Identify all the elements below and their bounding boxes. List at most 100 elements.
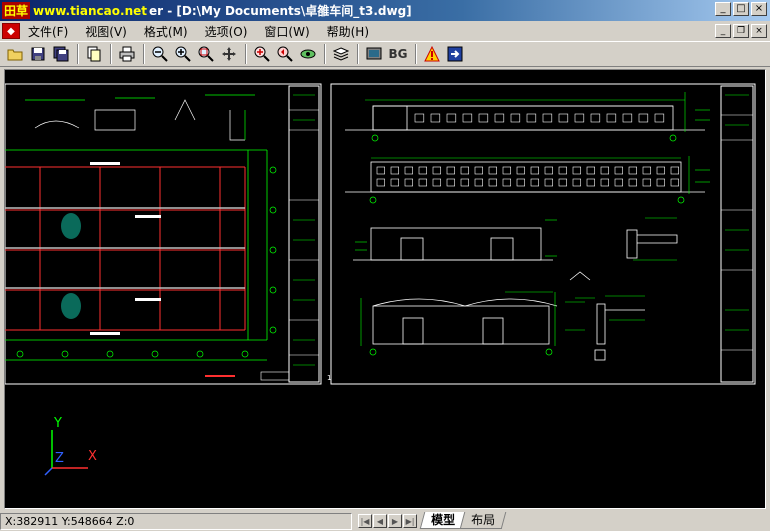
elevation-window — [670, 178, 679, 187]
elevation-window — [542, 113, 553, 123]
copy-icon[interactable] — [83, 43, 105, 65]
zoom-window-icon[interactable] — [195, 43, 217, 65]
menu-format[interactable]: 格式(M) — [136, 23, 197, 40]
elevation-window — [376, 166, 385, 175]
elevation-window — [590, 113, 601, 123]
export-icon[interactable] — [444, 43, 466, 65]
first-tab-button[interactable]: |◀ — [358, 514, 372, 528]
prev-tab-button[interactable]: ◀ — [373, 514, 387, 528]
brand-logo-text: 田草 — [2, 2, 31, 19]
next-tab-button[interactable]: ▶ — [388, 514, 402, 528]
toolbar: BG — [0, 41, 770, 67]
elevation-window — [462, 113, 473, 123]
tab-layout[interactable]: 布局 — [459, 512, 507, 529]
save-all-icon[interactable] — [50, 43, 72, 65]
elevation-window — [656, 166, 665, 175]
elevation-window — [628, 178, 637, 187]
toolbar-separator — [415, 44, 417, 64]
zoom-previous-icon[interactable] — [274, 43, 296, 65]
toolbar-separator — [110, 44, 112, 64]
elevation-window — [628, 166, 637, 175]
elevation-window — [460, 178, 469, 187]
drawing-canvas[interactable]: 1 Y X Z — [4, 69, 766, 509]
elevation-window — [572, 178, 581, 187]
elevation-window — [418, 166, 427, 175]
display-icon[interactable] — [363, 43, 385, 65]
close-button[interactable]: × — [751, 2, 767, 16]
elevation-window — [586, 166, 595, 175]
elevation-window — [516, 178, 525, 187]
zoom-in-icon[interactable] — [172, 43, 194, 65]
menu-help[interactable]: 帮助(H) — [319, 23, 378, 40]
cad-drawing: 1 Y X Z — [5, 83, 756, 476]
menu-view[interactable]: 视图(V) — [77, 23, 136, 40]
view-icon[interactable] — [297, 43, 319, 65]
brand-url: www.tiancao.net — [33, 3, 147, 18]
elevation-window — [430, 113, 441, 123]
elevation-window — [614, 166, 623, 175]
elevation-window — [544, 166, 553, 175]
elevation-window — [446, 113, 457, 123]
elevation-window — [404, 166, 413, 175]
zoom-extents-icon[interactable] — [251, 43, 273, 65]
doc-minimize-button[interactable]: _ — [715, 24, 731, 38]
elevation-window — [622, 113, 633, 123]
save-icon[interactable] — [27, 43, 49, 65]
coordinates-readout: X:382911 Y:548664 Z:0 — [0, 512, 352, 530]
elevation-window — [418, 178, 427, 187]
elevation-window — [600, 166, 609, 175]
elevation-window — [488, 178, 497, 187]
elevation-window — [460, 166, 469, 175]
menu-file[interactable]: 文件(F) — [20, 23, 77, 40]
elevation-window — [656, 178, 665, 187]
elevation-window — [558, 113, 569, 123]
toolbar-separator — [143, 44, 145, 64]
page-number: 1 — [327, 374, 331, 382]
elevation-window — [432, 178, 441, 187]
layers-icon[interactable] — [330, 43, 352, 65]
ucs-y-label: Y — [53, 416, 62, 431]
warning-icon[interactable] — [421, 43, 443, 65]
elevation-window — [638, 113, 649, 123]
toolbar-separator — [245, 44, 247, 64]
elevation-window — [390, 178, 399, 187]
toolbar-separator — [357, 44, 359, 64]
window-title: er - [D:\My Documents\卓雒车间_t3.dwg] — [149, 4, 412, 18]
menu-window[interactable]: 窗口(W) — [256, 23, 318, 40]
elevation-window — [526, 113, 537, 123]
minimize-button[interactable]: _ — [715, 2, 731, 16]
toolbar-separator — [77, 44, 79, 64]
zoom-out-icon[interactable] — [149, 43, 171, 65]
elevation-window — [642, 166, 651, 175]
elevation-window — [474, 166, 483, 175]
menu-bar: ◆ 文件(F) 视图(V) 格式(M) 选项(O) 窗口(W) 帮助(H) _ … — [0, 21, 770, 41]
maximize-button[interactable]: □ — [733, 2, 749, 16]
elevation-window — [586, 178, 595, 187]
elevation-window — [446, 166, 455, 175]
open-icon[interactable] — [4, 43, 26, 65]
last-tab-button[interactable]: ▶| — [403, 514, 417, 528]
elevation-window — [670, 166, 679, 175]
bg-icon[interactable]: BG — [386, 43, 410, 65]
pan-icon[interactable] — [218, 43, 240, 65]
elevation-window — [654, 113, 665, 123]
elevation-window — [614, 178, 623, 187]
doc-close-button[interactable]: × — [751, 24, 767, 38]
elevation-window — [390, 166, 399, 175]
elevation-window — [474, 178, 483, 187]
menu-options[interactable]: 选项(O) — [197, 23, 257, 40]
elevation-window — [574, 113, 585, 123]
print-icon[interactable] — [116, 43, 138, 65]
status-bar: X:382911 Y:548664 Z:0 |◀ ◀ ▶ ▶| 模型 布局 — [0, 511, 770, 531]
doc-restore-button[interactable]: ❐ — [733, 24, 749, 38]
elevation-window — [510, 113, 521, 123]
elevation-window — [642, 178, 651, 187]
elevation-window — [404, 178, 413, 187]
tab-model-label: 模型 — [431, 513, 456, 527]
ucs-icon: Y X Z — [44, 416, 97, 476]
elevation-window — [558, 166, 567, 175]
elevation-window — [572, 166, 581, 175]
elevation-window — [446, 178, 455, 187]
document-icon[interactable]: ◆ — [2, 23, 20, 39]
elevation-window — [494, 113, 505, 123]
